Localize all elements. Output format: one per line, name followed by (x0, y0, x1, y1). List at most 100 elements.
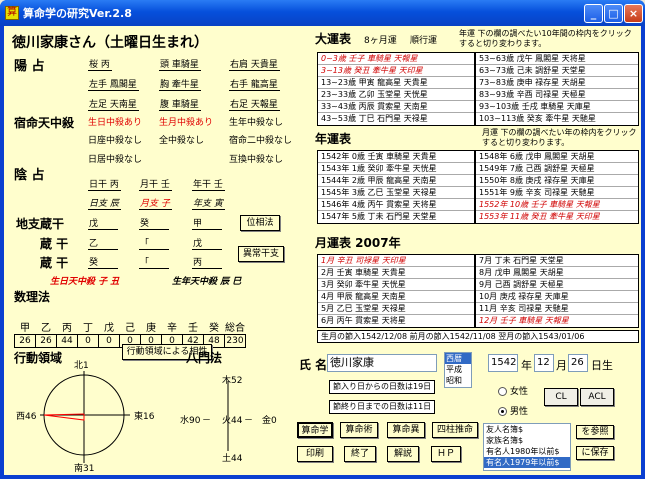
sanmeigaku-button[interactable]: 算命学 (297, 422, 333, 438)
taiun-row[interactable]: 83~93歳 辛酉 司禄星 天極星 (476, 89, 638, 101)
getsuun-row[interactable]: 3月 癸卯 牽牛星 天恍星 (318, 279, 474, 291)
taiun-row[interactable]: 3~13歳 癸丑 牽牛星 天印星 (318, 65, 474, 77)
acl-button[interactable]: ACL (580, 388, 614, 406)
taiun-row[interactable]: 13~23歳 甲寅 龍高星 天貴星 (318, 77, 474, 89)
kaisetsu-button[interactable]: 解説 (387, 446, 419, 462)
taiun-row[interactable]: 63~73歳 己未 調舒星 天堂星 (476, 65, 638, 77)
getsuun-table-right[interactable]: 7月 丁未 石門星 天堂星 8月 戊申 鳳閣星 天胡星 9月 己酉 調舒星 天極… (475, 254, 639, 328)
meibo-listbox[interactable]: 友人名簿$ 家族名簿$ 有名人1980年以前$ 有名人1979年以前$ (483, 423, 571, 471)
nenun-row[interactable]: 1548年 6歳 戊申 鳳閣星 天胡星 (476, 151, 638, 163)
shukumei-cell: 生年中殺なし (229, 118, 284, 128)
era-option[interactable]: 昭和 (445, 375, 471, 386)
hp-button[interactable]: ＨＰ (431, 446, 461, 462)
suriho-header: 癸 (203, 319, 225, 335)
getsuun-row[interactable]: 10月 庚戌 禄存星 天庫星 (476, 291, 638, 303)
maximize-button[interactable]: □ (604, 4, 623, 23)
taiun-row[interactable]: 0~3歳 壬子 車騎星 天報星 (318, 53, 474, 65)
month-input[interactable]: 12 (534, 354, 554, 372)
suriho-header: 辛 (161, 319, 183, 335)
sansho-button[interactable]: を参照 (576, 425, 614, 439)
taiun-row[interactable]: 33~43歳 丙辰 貫索星 天南星 (318, 101, 474, 113)
era-listbox[interactable]: 西暦 平成 昭和 (444, 352, 472, 388)
taiun-row[interactable]: 23~33歳 乙卯 玉堂星 天恍星 (318, 89, 474, 101)
suriho-value: 26 (14, 334, 36, 348)
days-to-sekiiri: 節終り日までの日数は11日 (329, 400, 436, 414)
era-option[interactable]: 平成 (445, 364, 471, 375)
yousen-cell: 右手 龍高星 (229, 77, 280, 91)
suriho-header: 乙 (35, 319, 57, 335)
app-icon[interactable]: 算 (5, 6, 19, 20)
male-label: 男性 (510, 407, 529, 417)
suriho-value: 44 (56, 334, 78, 348)
name-input[interactable]: 徳川家康 (327, 354, 437, 372)
ijoukanshi-button[interactable]: 異常干支 (238, 246, 284, 262)
getsuun-row[interactable]: 4月 甲辰 龍高星 天南星 (318, 291, 474, 303)
getsuun-row[interactable]: 1月 辛丑 司禄星 天印星 (318, 255, 474, 267)
getsuun-row[interactable]: 2月 壬寅 車騎星 天貴星 (318, 267, 474, 279)
title-bar[interactable]: 算 算命学の研究Ver.2.8 _ □ × (0, 0, 645, 26)
getsuun-row[interactable]: 7月 丁未 石門星 天堂星 (476, 255, 638, 267)
nenun-row[interactable]: 1543年 1歳 癸卯 牽牛星 天恍星 (318, 163, 474, 175)
sanmeijutsu-button[interactable]: 算命術 (340, 422, 378, 438)
zoukan-label-2: 蔵 干 (40, 256, 69, 270)
taiun-sub1: 8ヶ月運 (364, 36, 397, 46)
nenun-row[interactable]: 1551年 9歳 辛亥 司禄星 天馳星 (476, 187, 638, 199)
taiun-row[interactable]: 43~53歳 丁巳 石門星 天禄星 (318, 113, 474, 125)
nenun-row[interactable]: 1550年 8歳 庚戌 禄存星 天庫星 (476, 175, 638, 187)
meibo-item[interactable]: 家族名簿$ (484, 435, 570, 446)
print-button[interactable]: 印刷 (297, 446, 333, 462)
meibo-item[interactable]: 友人名簿$ (484, 424, 570, 435)
suriho-header: 庚 (140, 319, 162, 335)
female-radio-dot[interactable] (498, 387, 507, 396)
male-radio[interactable]: 男性 (498, 404, 528, 417)
taiun-table-right[interactable]: 53~63歳 戊午 鳳閣星 天将星 63~73歳 己未 調舒星 天堂星 73~8… (475, 52, 639, 126)
nenun-row[interactable]: 1542年 0歳 壬寅 車騎星 天貴星 (318, 151, 474, 163)
nenun-table-right[interactable]: 1548年 6歳 戊申 鳳閣星 天胡星 1549年 7歳 己酉 調舒星 天極星 … (475, 150, 639, 224)
zoukan-cell: 丙 (192, 255, 222, 269)
getsuun-table-left[interactable]: 1月 辛丑 司禄星 天印星 2月 壬寅 車騎星 天貴星 3月 癸卯 牽牛星 天恍… (317, 254, 475, 328)
era-option-selected[interactable]: 西暦 (445, 353, 471, 364)
nenun-label: 年運表 (315, 132, 352, 146)
taiun-table-left[interactable]: 0~3歳 壬子 車騎星 天報星 3~13歳 癸丑 牽牛星 天印星 13~23歳 … (317, 52, 475, 126)
year-input[interactable]: 1542 (488, 354, 518, 372)
getsuun-row[interactable]: 6月 丙午 貫索星 天将星 (318, 315, 474, 327)
nenun-row[interactable]: 1546年 4歳 丙午 貫索星 天将星 (318, 199, 474, 211)
cl-button[interactable]: CL (544, 388, 578, 406)
koudou-chart (40, 371, 130, 463)
suriho-header: 己 (119, 319, 141, 335)
getsuun-row[interactable]: 8月 戊申 鳳閣星 天胡星 (476, 267, 638, 279)
taiun-row[interactable]: 53~63歳 戊午 鳳閣星 天将星 (476, 53, 638, 65)
day-unit: 日生 (591, 359, 613, 372)
sanmeiku-button[interactable]: 算命異 (387, 422, 425, 438)
taiun-row[interactable]: 93~103歳 壬戌 車騎星 天庫星 (476, 101, 638, 113)
minimize-button[interactable]: _ (584, 4, 603, 23)
nenun-table-left[interactable]: 1542年 0歳 壬寅 車騎星 天貴星 1543年 1歳 癸卯 牽牛星 天恍星 … (317, 150, 475, 224)
exit-button[interactable]: 終了 (344, 446, 376, 462)
nenun-row[interactable]: 1547年 5歳 丁未 石門星 天堂星 (318, 211, 474, 223)
female-radio[interactable]: 女性 (498, 384, 528, 397)
getsuun-row[interactable]: 12月 壬子 車騎星 天報星 (476, 315, 638, 327)
shichusuimei-button[interactable]: 四柱推命 (432, 422, 478, 438)
zoukan-cell: 「 (139, 236, 169, 250)
getsuun-row[interactable]: 11月 辛亥 司禄星 天馳星 (476, 303, 638, 315)
hachimon-top: 木52 (222, 376, 243, 386)
nenun-row[interactable]: 1552年 10歳 壬子 車騎星 天報星 (476, 199, 638, 211)
meibo-item[interactable]: 有名人1980年以前$ (484, 446, 570, 457)
taiun-row[interactable]: 103~113歳 癸亥 牽牛星 天馳星 (476, 113, 638, 125)
close-button[interactable]: × (624, 4, 643, 23)
isouhou-button[interactable]: 位相法 (240, 215, 280, 231)
nenun-row[interactable]: 1549年 7歳 己酉 調舒星 天極星 (476, 163, 638, 175)
nenun-row[interactable]: 1553年 11歳 癸丑 牽牛星 天印星 (476, 211, 638, 223)
taiun-row[interactable]: 73~83歳 庚申 禄存星 天胡星 (476, 77, 638, 89)
nenun-row[interactable]: 1545年 3歳 乙巳 玉堂星 天禄星 (318, 187, 474, 199)
day-input[interactable]: 26 (568, 354, 588, 372)
meibo-item-selected[interactable]: 有名人1979年以前$ (484, 457, 570, 468)
getsuun-row[interactable]: 9月 己酉 調舒星 天極星 (476, 279, 638, 291)
male-radio-dot[interactable] (498, 407, 507, 416)
nenun-row[interactable]: 1544年 2歳 甲辰 龍高星 天南星 (318, 175, 474, 187)
koudou-east: 東16 (134, 412, 155, 422)
hozon-button[interactable]: に保存 (576, 446, 614, 460)
app-window: 算 算命学の研究Ver.2.8 _ □ × 徳川家康さん（土曜日生まれ） 陽 占… (0, 0, 645, 479)
getsuun-row[interactable]: 5月 乙巳 玉堂星 天禄星 (318, 303, 474, 315)
main-panel: 徳川家康さん（土曜日生まれ） 陽 占 桜 丙 頭 車騎星 右肩 天貴星 左手 鳳… (4, 26, 641, 475)
